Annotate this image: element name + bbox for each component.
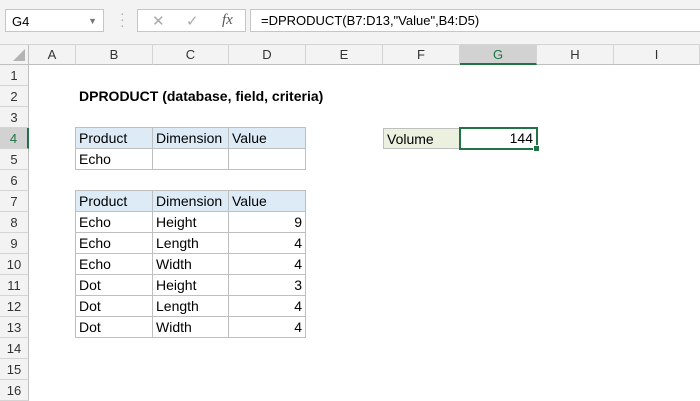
select-all-button[interactable] (0, 45, 29, 65)
check-icon[interactable]: ✓ (186, 12, 199, 30)
row-header-10[interactable]: 10 (0, 254, 29, 275)
title-cell[interactable]: DPRODUCT (database, field, criteria) (76, 86, 323, 107)
criteria-cell[interactable]: Echo (75, 148, 153, 170)
database-cell[interactable]: Height (152, 274, 229, 296)
row-header-13[interactable]: 13 (0, 317, 29, 338)
row-header-8[interactable]: 8 (0, 212, 29, 233)
database-cell[interactable]: Dot (75, 316, 153, 338)
criteria-header[interactable]: Product (75, 127, 153, 149)
database-cell[interactable]: 4 (228, 295, 306, 317)
cancel-icon[interactable]: ✕ (152, 12, 165, 30)
formula-bar-area: G4 ▼ · · · ✕ ✓ fx =DPRODUCT(B7:D13,"Value",… (0, 0, 700, 45)
database-cell[interactable]: 4 (228, 316, 306, 338)
row-header-7[interactable]: 7 (0, 191, 29, 212)
row-header-6[interactable]: 6 (0, 170, 29, 191)
column-header-A[interactable]: A (29, 45, 76, 65)
database-cell[interactable]: 4 (228, 232, 306, 254)
column-header-D[interactable]: D (229, 45, 306, 65)
database-cell[interactable]: 9 (228, 211, 306, 233)
database-header[interactable]: Value (228, 190, 306, 212)
database-cell[interactable]: Dot (75, 274, 153, 296)
column-header-E[interactable]: E (306, 45, 383, 65)
criteria-cell[interactable] (228, 148, 306, 170)
row-header-3[interactable]: 3 (0, 107, 29, 128)
criteria-header[interactable]: Dimension (152, 127, 229, 149)
row-header-9[interactable]: 9 (0, 233, 29, 254)
database-cell[interactable]: 3 (228, 274, 306, 296)
database-cell[interactable]: Dot (75, 295, 153, 317)
criteria-cell[interactable] (152, 148, 229, 170)
column-header-B[interactable]: B (76, 45, 153, 65)
database-cell[interactable]: Width (152, 316, 229, 338)
column-header-H[interactable]: H (537, 45, 614, 65)
database-cell[interactable]: Width (152, 253, 229, 275)
row-header-12[interactable]: 12 (0, 296, 29, 317)
row-header-15[interactable]: 15 (0, 359, 29, 380)
row-header-14[interactable]: 14 (0, 338, 29, 359)
row-header-11[interactable]: 11 (0, 275, 29, 296)
database-cell[interactable]: Echo (75, 232, 153, 254)
row-header-1[interactable]: 1 (0, 65, 29, 86)
drag-handle-icon[interactable]: · · · (120, 6, 125, 32)
column-header-I[interactable]: I (614, 45, 700, 65)
name-box[interactable]: G4 ▼ (5, 9, 104, 32)
row-header-5[interactable]: 5 (0, 149, 29, 170)
database-cell[interactable]: 4 (228, 253, 306, 275)
column-header-G[interactable]: G (460, 45, 537, 65)
database-header[interactable]: Dimension (152, 190, 229, 212)
row-header-2[interactable]: 2 (0, 86, 29, 107)
database-cell[interactable]: Length (152, 295, 229, 317)
fx-icon[interactable]: fx (222, 12, 233, 29)
chevron-down-icon[interactable]: ▼ (88, 10, 97, 33)
column-header-F[interactable]: F (383, 45, 460, 65)
database-header[interactable]: Product (75, 190, 153, 212)
formula-buttons: ✕ ✓ fx (137, 9, 246, 32)
result-label[interactable]: Volume (383, 128, 461, 149)
database-cell[interactable]: Height (152, 211, 229, 233)
row-header-4[interactable]: 4 (0, 128, 29, 149)
result-cell-G4[interactable]: 144 (459, 127, 540, 152)
database-cell[interactable]: Echo (75, 253, 153, 275)
formula-input[interactable]: =DPRODUCT(B7:D13,"Value",B4:D5) (250, 9, 700, 32)
row-header-16[interactable]: 16 (0, 380, 29, 401)
database-cell[interactable]: Echo (75, 211, 153, 233)
criteria-header[interactable]: Value (228, 127, 306, 149)
column-header-C[interactable]: C (153, 45, 229, 65)
database-cell[interactable]: Length (152, 232, 229, 254)
